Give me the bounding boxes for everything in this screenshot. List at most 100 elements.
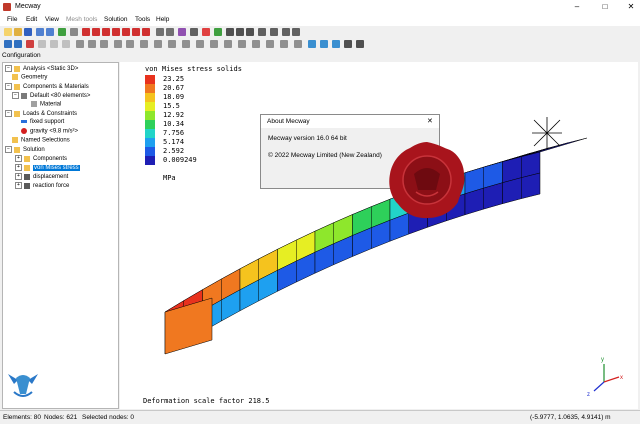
wireframe-icon[interactable] (226, 28, 234, 36)
pan-icon[interactable] (166, 28, 174, 36)
tree-item-material[interactable]: Material (31, 101, 61, 110)
menu-view[interactable]: View (45, 16, 59, 23)
tree-item-displacement[interactable]: + displacement (15, 173, 68, 182)
measure-icon[interactable] (190, 28, 198, 36)
dialog-title-bar: About Mecway (261, 115, 439, 128)
load-icon[interactable] (294, 40, 302, 48)
mirror-icon[interactable] (114, 40, 122, 48)
tree-item-solution[interactable]: − Solution (5, 146, 45, 155)
tree-item-solution-components[interactable]: + Components (15, 155, 67, 164)
view-top-icon[interactable] (102, 28, 110, 36)
legend-row: 5.174 (145, 138, 245, 147)
table-icon[interactable] (356, 40, 364, 48)
tree-item-von-mises-stress[interactable]: + von Mises stress (15, 164, 80, 173)
highlight-icon[interactable] (202, 28, 210, 36)
collapse-icon[interactable]: − (5, 83, 12, 90)
refine-icon[interactable] (140, 40, 148, 48)
scale-icon[interactable] (126, 40, 134, 48)
select-element-icon[interactable] (14, 40, 22, 48)
contact-icon[interactable] (252, 40, 260, 48)
collapse-icon[interactable]: − (5, 110, 12, 117)
view-bottom-icon[interactable] (112, 28, 120, 36)
revolve-icon[interactable] (88, 40, 96, 48)
smooth-icon[interactable] (196, 40, 204, 48)
minimize-button[interactable]: – (570, 2, 584, 11)
contour-icon[interactable] (308, 40, 316, 48)
new-file-icon[interactable] (4, 28, 12, 36)
copy-icon[interactable] (100, 40, 108, 48)
legend-swatch (145, 156, 155, 165)
delete-icon[interactable] (182, 40, 190, 48)
view-front-icon[interactable] (82, 28, 90, 36)
constraint-icon[interactable] (280, 40, 288, 48)
split-icon[interactable] (154, 40, 162, 48)
merge-icon[interactable] (168, 40, 176, 48)
collapse-icon[interactable]: − (5, 146, 12, 153)
shading-icon[interactable] (214, 28, 222, 36)
menu-file[interactable]: File (7, 16, 17, 23)
menu-help[interactable]: Help (156, 16, 169, 23)
solid-icon[interactable] (238, 40, 246, 48)
shell-icon[interactable] (210, 40, 218, 48)
menu-edit[interactable]: Edit (26, 16, 37, 23)
maximize-button[interactable]: □ (598, 2, 612, 11)
axis-x-label: x (620, 375, 623, 381)
tab-configuration[interactable]: Configuration (2, 52, 41, 59)
undo-icon[interactable] (36, 28, 44, 36)
expand-icon[interactable]: + (15, 164, 22, 171)
view-iso-icon[interactable] (142, 28, 150, 36)
beam-icon[interactable] (224, 40, 232, 48)
tree-item-label: von Mises stress (33, 165, 80, 172)
extrude-icon[interactable] (76, 40, 84, 48)
menu-tools[interactable]: Tools (135, 16, 150, 23)
face-icon[interactable] (50, 40, 58, 48)
grid-icon[interactable] (246, 28, 254, 36)
view-right-icon[interactable] (132, 28, 140, 36)
mesh-end-face (164, 297, 213, 355)
collapse-icon[interactable]: − (5, 65, 12, 72)
arrow-down-icon[interactable] (270, 28, 278, 36)
close-button[interactable]: ✕ (624, 2, 638, 11)
arrow-right-icon[interactable] (292, 28, 300, 36)
tree-item-default[interactable]: − Default <80 elements> (12, 92, 90, 101)
tree-item-fixed-support[interactable]: fixed support (21, 119, 64, 128)
open-folder-icon[interactable] (14, 28, 22, 36)
save-icon[interactable] (24, 28, 32, 36)
view-left-icon[interactable] (122, 28, 130, 36)
arrow-up-icon[interactable] (258, 28, 266, 36)
edge-icon[interactable] (62, 40, 70, 48)
solve-icon[interactable] (58, 28, 66, 36)
tree-item-gravity[interactable]: gravity <9.8 m/s²> (21, 128, 78, 137)
legend-swatch (145, 147, 155, 156)
select-icon[interactable] (178, 28, 186, 36)
color-scale-icon[interactable] (344, 40, 352, 48)
view-back-icon[interactable] (92, 28, 100, 36)
element-icon[interactable] (38, 40, 46, 48)
node-icon[interactable] (26, 40, 34, 48)
spring-icon[interactable] (266, 40, 274, 48)
collapse-icon[interactable]: − (12, 92, 19, 99)
tree-item-analysis[interactable]: − Analysis <Static 3D> (5, 65, 78, 74)
tree-item-components-materials[interactable]: − Components & Materials (5, 83, 89, 92)
expand-icon[interactable]: + (15, 155, 22, 162)
view-mode-icon[interactable] (70, 28, 78, 36)
material-icon (31, 101, 37, 107)
select-node-icon[interactable] (4, 40, 12, 48)
close-icon[interactable]: ✕ (427, 117, 433, 125)
expand-icon[interactable]: + (15, 182, 22, 189)
arrow-left-icon[interactable] (282, 28, 290, 36)
menu-mesh-tools[interactable]: Mesh tools (66, 16, 97, 23)
expand-icon[interactable]: + (15, 173, 22, 180)
tree-item-named-selections[interactable]: Named Selections (12, 137, 70, 146)
menu-solution[interactable]: Solution (104, 16, 128, 23)
tree-item-label: Named Selections (21, 137, 70, 144)
tree-item-geometry[interactable]: Geometry (12, 74, 47, 83)
rotate-icon[interactable] (156, 28, 164, 36)
mesh-edges-icon[interactable] (236, 28, 244, 36)
tree-item-reaction-force[interactable]: + reaction force (15, 182, 69, 191)
tree-item-label: fixed support (30, 119, 65, 125)
vector-icon[interactable] (332, 40, 340, 48)
deform-icon[interactable] (320, 40, 328, 48)
redo-icon[interactable] (46, 28, 54, 36)
tree-item-loads-constraints[interactable]: − Loads & Constraints (5, 110, 77, 119)
